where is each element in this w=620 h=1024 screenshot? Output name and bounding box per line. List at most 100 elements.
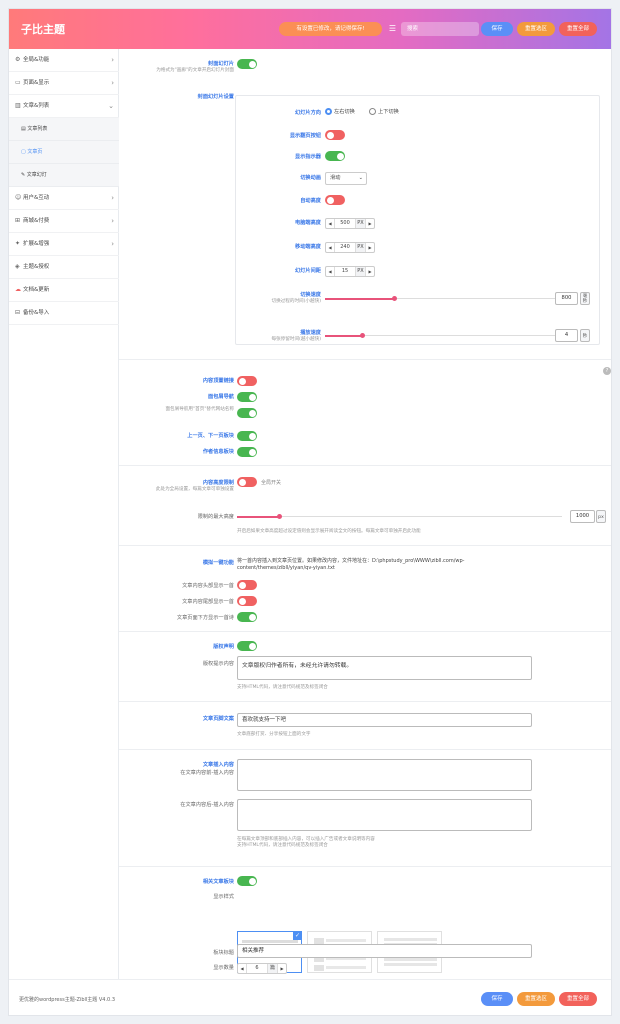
auto-height-label: 自动高度 [300, 198, 321, 204]
radio-selected [325, 108, 332, 115]
reset-section-button[interactable]: 重置选区 [517, 22, 555, 36]
pc-height-stepper[interactable]: ◀ 500 PX ▶ [325, 218, 375, 229]
sidebar-item-page[interactable]: ▭ 页面&显示 › [9, 72, 119, 95]
save-button[interactable]: 保存 [481, 22, 513, 36]
layout-preview-line [384, 938, 437, 941]
slider-toggle[interactable] [237, 59, 257, 69]
puzzle-icon: ✦ [15, 240, 21, 247]
maxheight-thumb[interactable] [276, 513, 282, 519]
speed-thumb[interactable] [391, 295, 397, 301]
insert-bottom-label: 在文章内容后-插入内容 [180, 802, 234, 808]
sidebar-item-license[interactable]: ◈ 主题&授权 [9, 256, 119, 279]
prev-next-toggle[interactable] [237, 431, 257, 441]
sidebar-item-article[interactable]: ▥ 文章&列表 ⌄ [9, 95, 119, 118]
interval-unit: 秒 [580, 329, 590, 342]
footer-reset-section-button[interactable]: 重置选区 [517, 992, 555, 1006]
mobile-height-stepper[interactable]: ◀ 240 PX ▶ [325, 242, 375, 253]
decrement-icon[interactable]: ◀ [326, 219, 335, 228]
search-input[interactable] [401, 22, 479, 36]
sidebar-item-user[interactable]: ☺ 用户&互动 › [9, 187, 119, 210]
breadcrumb-home-desc: 面包屑导航用"首页"替代网站名称 [165, 407, 234, 412]
toggle1-label: 内容顶置链接 [202, 378, 234, 384]
related-toggle[interactable] [237, 876, 257, 886]
chevron-right-icon: › [111, 217, 114, 225]
related-count-stepper[interactable]: ◀ 6 篇 ▶ [237, 963, 287, 974]
maxheight-unit: px [596, 510, 606, 523]
direction-radio-lr[interactable]: 左右切换 [325, 108, 355, 115]
bottom-text-input[interactable]: 喜欢就支持一下吧 [237, 713, 532, 727]
brand-logo: 子比主题 [21, 23, 65, 36]
insert-bottom-textarea[interactable] [237, 799, 532, 831]
pager-label: 显示翻页按钮 [289, 133, 321, 139]
increment-icon[interactable]: ▶ [365, 267, 374, 276]
breadcrumb-label: 面包屑导航 [208, 394, 234, 400]
insert-label: 文章插入内容 [202, 762, 234, 768]
sidebar-sub-article-slide[interactable]: ✎ 文章幻灯 [9, 164, 119, 187]
expand-icon[interactable]: ☰ [387, 23, 398, 34]
copyright-label: 版权声明 [213, 644, 234, 650]
gap-stepper[interactable]: ◀ 15 PX ▶ [325, 266, 375, 277]
auto-height-toggle[interactable] [325, 195, 345, 205]
mobile-height-label: 移动端高度 [295, 244, 321, 250]
maxheight-desc: 此处为全局设置，每篇文章可单独设置 [155, 487, 234, 492]
decrement-icon[interactable]: ◀ [326, 267, 335, 276]
increment-icon[interactable]: ▶ [365, 243, 374, 252]
slider-label: 封面幻灯片 [208, 61, 234, 67]
author-label: 作者信息板块 [202, 449, 234, 455]
divider [119, 701, 611, 702]
interval-input[interactable]: 4 [555, 329, 578, 342]
copyright-textarea[interactable]: 文章版权归作者所有，未经允许请勿转载。 [237, 656, 532, 680]
content-area: 封面幻灯片 为格式为"画廊"的文章开启幻灯片封面 封面幻灯片设置 幻灯片方向 左… [119, 49, 611, 979]
toggle1-switch[interactable] [237, 376, 257, 386]
maxheight-fill [237, 515, 279, 518]
gap-label: 幻灯片间距 [295, 268, 321, 274]
interval-thumb[interactable] [359, 332, 365, 338]
maxheight-track[interactable] [237, 516, 562, 517]
footer-save-button[interactable]: 保存 [481, 992, 513, 1006]
direction-radio-ud[interactable]: 上下切换 [369, 108, 399, 115]
decrement-icon[interactable]: ◀ [326, 243, 335, 252]
related-title-input[interactable]: 相关推荐 [237, 944, 532, 958]
cloud-icon: ☁ [15, 286, 21, 293]
footer-text: 更优雅的wordpress主题-Zibll主题 V4.0.3 [19, 997, 115, 1003]
insert-top-textarea[interactable] [237, 759, 532, 791]
insert-top-label: 在文章内容前-插入内容 [180, 770, 234, 776]
increment-icon[interactable]: ▶ [277, 964, 286, 973]
sidebar-item-shop[interactable]: ⊞ 商城&付费 › [9, 210, 119, 233]
onekey-opt1-toggle[interactable] [237, 580, 257, 590]
sidebar-sub-article-page[interactable]: ▢ 文章页 [9, 141, 119, 164]
sidebar-sub-article-list[interactable]: ▤ 文章列表 [9, 118, 119, 141]
divider [119, 631, 611, 632]
onekey-opt2-toggle[interactable] [237, 596, 257, 606]
decrement-icon[interactable]: ◀ [238, 964, 247, 973]
maxheight-label: 内容高度限制 [202, 480, 234, 486]
author-toggle[interactable] [237, 447, 257, 457]
maxheight-value-label: 限制的最大高度 [197, 514, 234, 520]
reset-all-button[interactable]: 重置全部 [559, 22, 597, 36]
sidebar-item-global[interactable]: ⚙ 全局&功能 › [9, 49, 119, 72]
onekey-opt3-toggle[interactable] [237, 612, 257, 622]
effect-select[interactable]: 滑动 ⌄ [325, 172, 367, 185]
copyright-toggle[interactable] [237, 641, 257, 651]
speed-label: 切换速度 [300, 292, 321, 298]
interval-label: 播放速度 [300, 330, 321, 336]
maxheight-input[interactable]: 1000 [570, 510, 595, 523]
app-window: 子比主题 有设置已修改，请记得保存! ☰ 保存 重置选区 重置全部 ⚙全局&功能… [8, 8, 612, 1016]
pc-height-label: 电脑端高度 [295, 220, 321, 226]
divider [119, 359, 611, 360]
breadcrumb-toggle[interactable] [237, 392, 257, 402]
sidebar-item-backup[interactable]: ⊟ 备份&导入 [9, 302, 119, 325]
help-icon[interactable]: ? [603, 367, 611, 375]
indicator-label: 显示指示器 [295, 154, 321, 160]
increment-icon[interactable]: ▶ [365, 219, 374, 228]
slider-settings-label: 封面幻灯片设置 [197, 94, 234, 100]
breadcrumb-home-toggle[interactable] [237, 408, 257, 418]
indicator-toggle[interactable] [325, 151, 345, 161]
pager-toggle[interactable] [325, 130, 345, 140]
footer-reset-all-button[interactable]: 重置全部 [559, 992, 597, 1006]
maxheight-toggle[interactable] [237, 477, 257, 487]
maxheight-note: 开启后如果文章高度超过设定值则会显示展开阅读全文的按钮。每篇文章可单独开启此功能 [237, 529, 421, 534]
sidebar-item-extend[interactable]: ✦ 扩展&增强 › [9, 233, 119, 256]
sidebar-item-docs[interactable]: ☁ 文档&更新 [9, 279, 119, 302]
speed-input[interactable]: 800 [555, 292, 578, 305]
